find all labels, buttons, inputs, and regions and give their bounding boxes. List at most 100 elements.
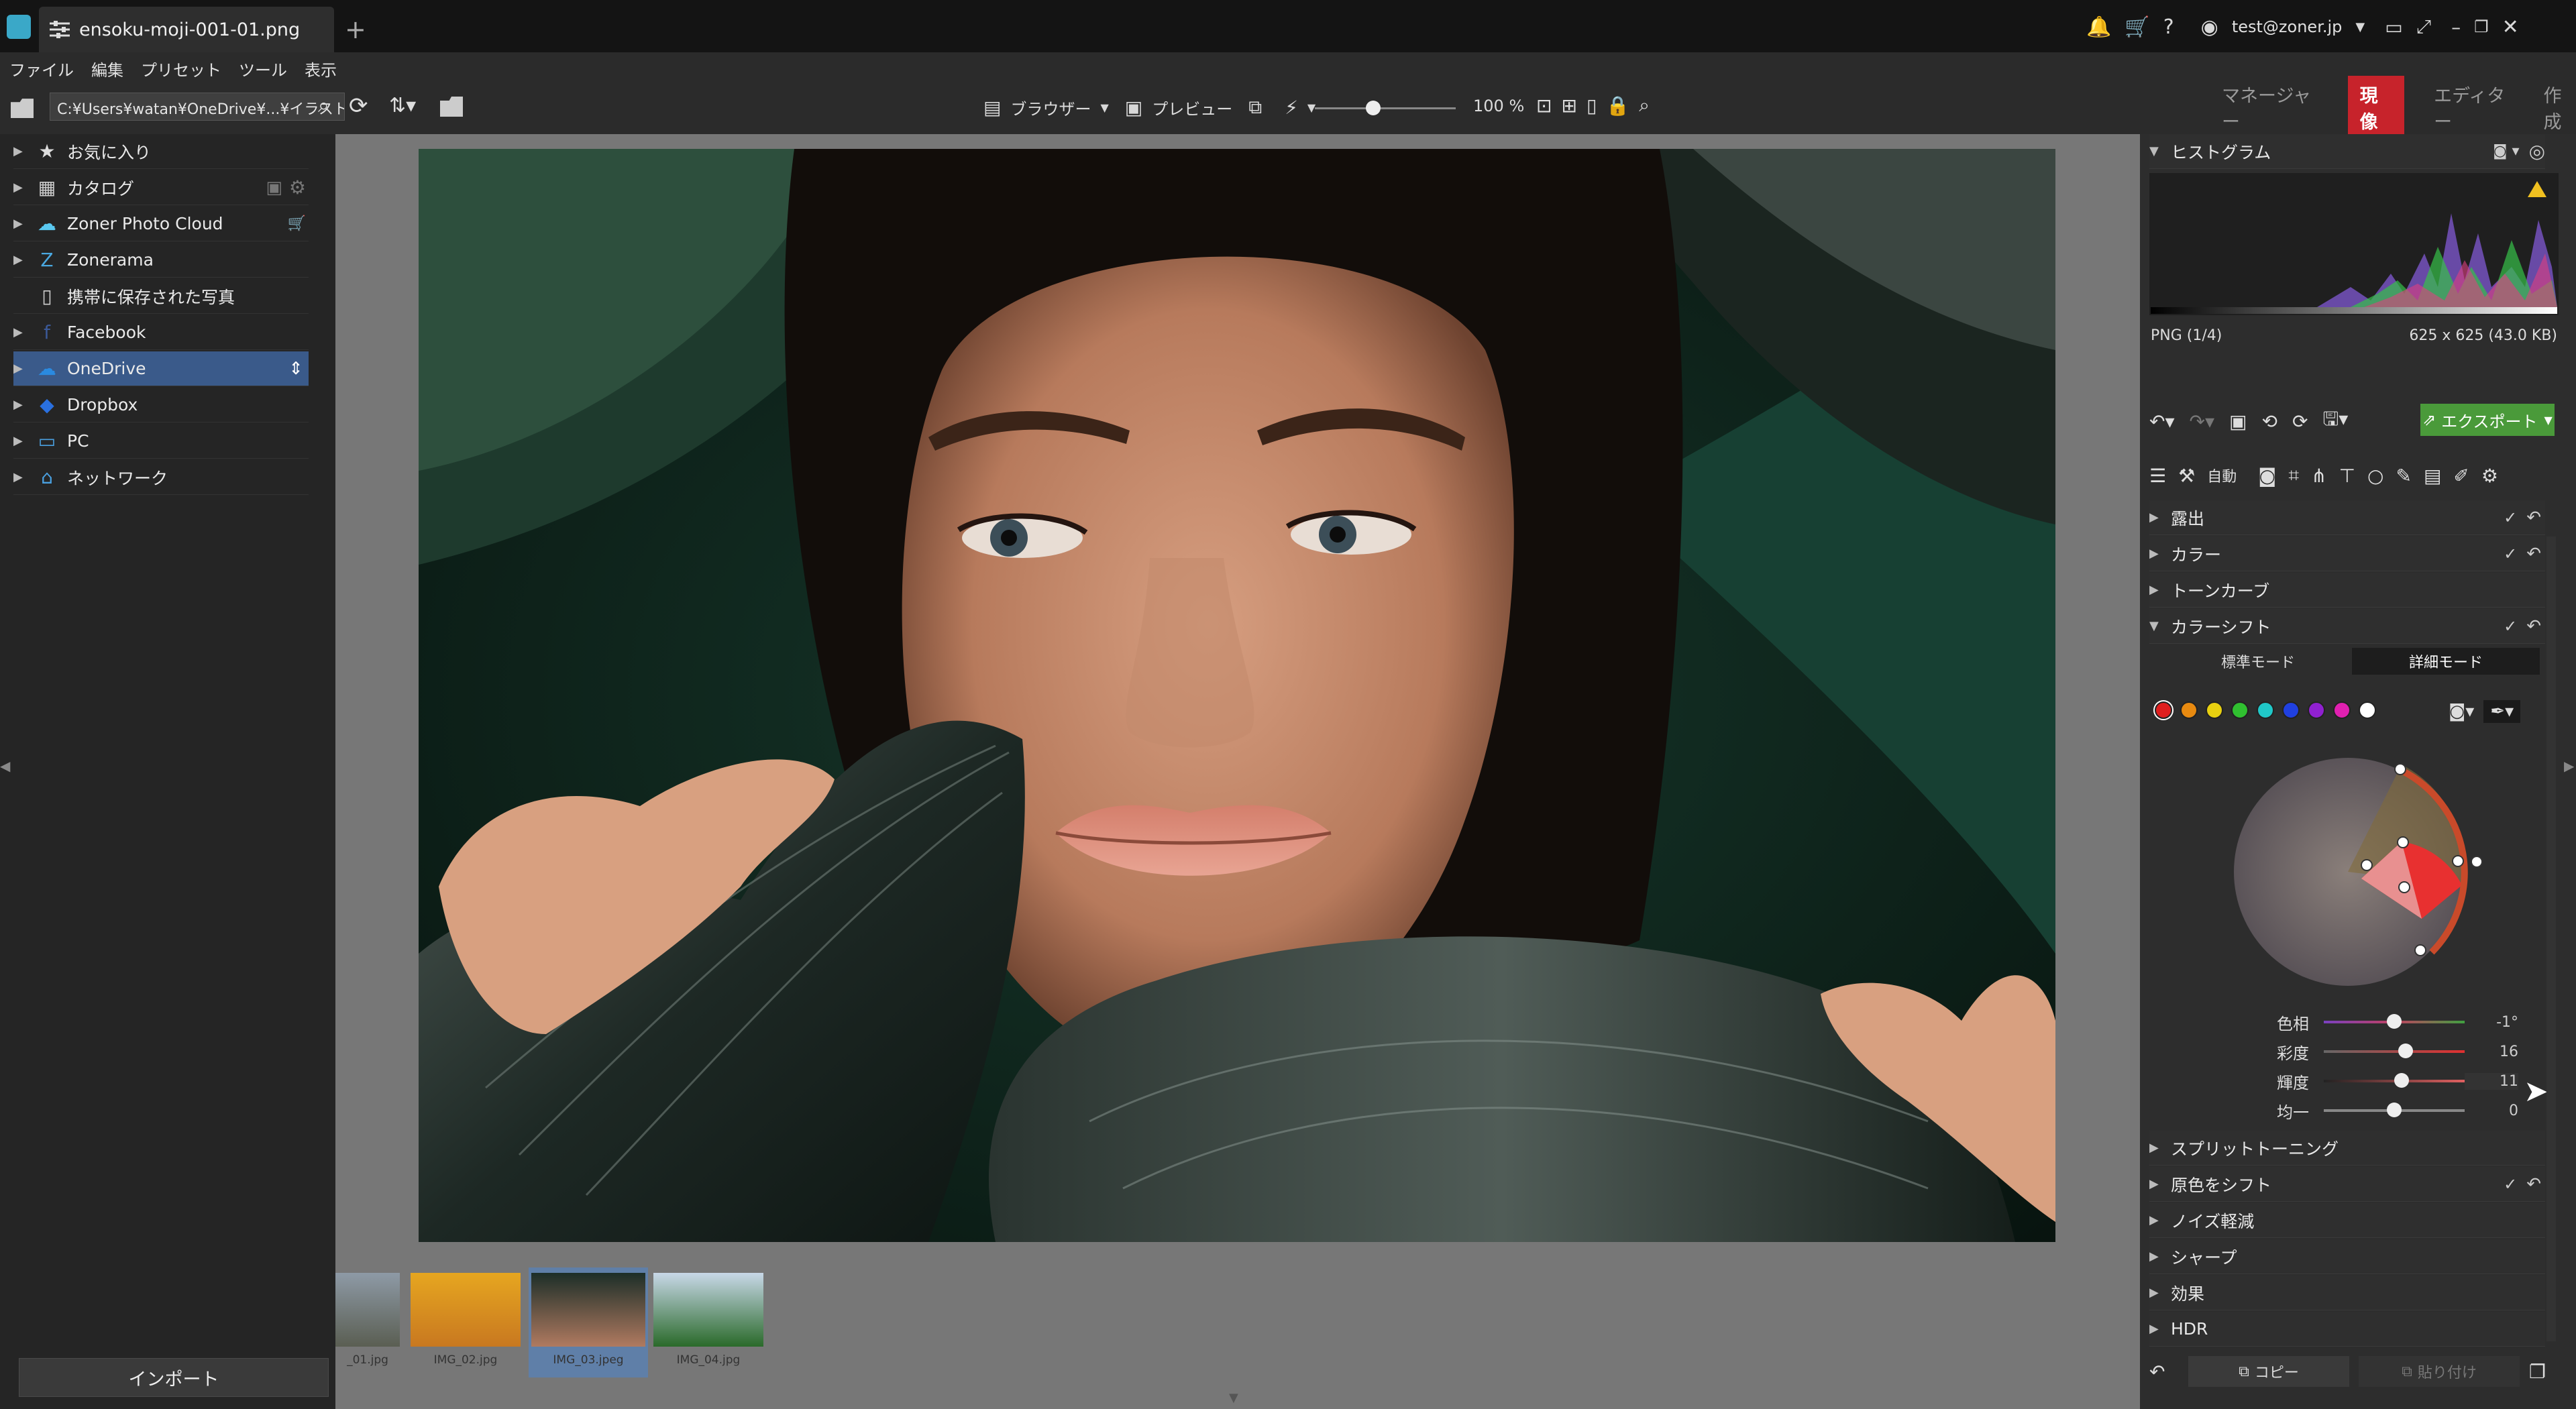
filmstrip-thumb[interactable]: IMG_04.jpg bbox=[651, 1267, 766, 1377]
section-bottom-4[interactable]: ▶ シャープ bbox=[2149, 1239, 2545, 1274]
color-swatch[interactable] bbox=[2180, 701, 2198, 719]
color-wheel[interactable] bbox=[2227, 751, 2496, 993]
rotate-right-icon[interactable]: ⟳ bbox=[2292, 410, 2308, 433]
text-icon[interactable]: ⊤ bbox=[2339, 465, 2355, 487]
section-bottom-2[interactable]: ▶ 原色をシフト ✓ ↶ bbox=[2149, 1167, 2545, 1202]
section-3[interactable]: ▶ トーンカーブ bbox=[2149, 573, 2545, 608]
section-4[interactable]: ▼ カラーシフト ✓ ↶ bbox=[2149, 609, 2545, 644]
sidebar-item-zoner-photo-cloud[interactable]: ▶ ☁ Zoner Photo Cloud 🛒 bbox=[13, 207, 309, 241]
slider-knob[interactable] bbox=[2387, 1103, 2402, 1117]
undo-icon[interactable]: ↶ bbox=[2526, 616, 2541, 636]
camera-icon[interactable]: ◙ ▾ bbox=[2493, 143, 2519, 160]
mask-icon[interactable]: ◙▾ bbox=[2449, 701, 2474, 722]
perspective-icon[interactable]: ⋔ bbox=[2311, 465, 2326, 487]
paste-button[interactable]: ⧉ 貼り付け bbox=[2359, 1356, 2520, 1387]
histogram-header[interactable]: ▼ ヒストグラム ◙ ▾ ◎ bbox=[2149, 134, 2545, 169]
cart-icon[interactable]: 🛒 bbox=[2125, 15, 2149, 39]
mode-editor[interactable]: エディター bbox=[2434, 81, 2514, 133]
import-button[interactable]: インポート bbox=[19, 1358, 329, 1397]
checkbox-icon[interactable]: ✓ bbox=[2504, 617, 2517, 636]
browser-button[interactable]: ブラウザー bbox=[1010, 96, 1091, 119]
fit-icon[interactable]: ⊞ bbox=[1561, 95, 1576, 117]
checkbox-icon[interactable]: ✓ bbox=[2504, 545, 2517, 563]
before-after-icon[interactable]: ▣ bbox=[2229, 410, 2247, 433]
refresh-icon[interactable]: ⟳ bbox=[349, 93, 368, 119]
zoom-person-icon[interactable]: ⌕ bbox=[1639, 94, 1650, 117]
slider-track[interactable] bbox=[2324, 1014, 2465, 1029]
chevron-down-icon[interactable]: ▼ bbox=[2355, 20, 2365, 34]
eraser-icon[interactable]: ✐ bbox=[2453, 465, 2469, 487]
user-email[interactable]: test@zoner.jp bbox=[2232, 17, 2343, 36]
menu-preset[interactable]: プリセット bbox=[141, 57, 221, 80]
export-button[interactable]: ⇗ エクスポート ▼ bbox=[2420, 404, 2555, 436]
sidebar-item-お気に入り[interactable]: ▶ ★ お気に入り bbox=[13, 134, 309, 169]
section-bottom-5[interactable]: ▶ 効果 bbox=[2149, 1276, 2545, 1310]
expand-icon[interactable]: ▶ bbox=[13, 398, 34, 412]
adjustments-icon[interactable]: ☰ bbox=[2149, 465, 2166, 487]
sidebar-item-カタログ[interactable]: ▶ ▦ カタログ ▣ ⚙ bbox=[13, 170, 309, 205]
gear-icon[interactable]: ⚙ bbox=[2481, 465, 2498, 487]
cart-icon[interactable]: 🛒 bbox=[288, 215, 306, 232]
gear-icon[interactable]: ⚙ bbox=[289, 176, 306, 199]
menu-tools[interactable]: ツール bbox=[239, 57, 287, 80]
left-collapse-icon[interactable]: ◀ bbox=[0, 758, 10, 774]
slider-track[interactable] bbox=[2324, 1073, 2465, 1088]
slider-track[interactable] bbox=[2324, 1103, 2465, 1117]
sidebar-item-携帯に保存された写真[interactable]: ▯ 携帯に保存された写真 bbox=[13, 279, 309, 314]
notification-bell-icon[interactable]: 🔔 bbox=[2086, 15, 2111, 39]
close-icon[interactable]: ✕ bbox=[2502, 15, 2519, 39]
slider-knob[interactable] bbox=[2398, 1044, 2413, 1058]
undo-icon[interactable]: ↶ bbox=[2526, 1174, 2541, 1194]
slider-value[interactable]: 11 bbox=[2465, 1072, 2518, 1090]
path-field[interactable]: C:¥Users¥watan¥OneDrive¥...¥イラスト bbox=[50, 93, 345, 121]
copy-settings-icon[interactable]: ❐ bbox=[2529, 1361, 2546, 1383]
sidebar-item-dropbox[interactable]: ▶ ◆ Dropbox bbox=[13, 388, 309, 422]
search-icon[interactable]: ⌕ bbox=[318, 94, 329, 117]
undo-icon[interactable]: ↶ bbox=[2526, 508, 2541, 528]
expand-icon[interactable]: ▶ bbox=[13, 361, 34, 376]
color-swatch[interactable] bbox=[2308, 701, 2325, 719]
chevron-down-icon[interactable]: ▼ bbox=[1100, 101, 1108, 114]
checkbox-icon[interactable]: ✓ bbox=[2504, 508, 2517, 527]
slider-value[interactable]: 0 bbox=[2465, 1103, 2518, 1119]
help-icon[interactable]: ? bbox=[2163, 15, 2174, 39]
mode-develop[interactable]: 現像 bbox=[2347, 76, 2405, 139]
slider-value[interactable]: -1° bbox=[2465, 1014, 2518, 1031]
chevron-down-icon[interactable]: ▼ bbox=[2544, 414, 2553, 427]
menu-view[interactable]: 表示 bbox=[305, 57, 337, 80]
menu-file[interactable]: ファイル bbox=[9, 57, 74, 80]
filmstrip-thumb[interactable]: _01.jpg bbox=[333, 1267, 402, 1377]
minimize-icon[interactable]: – bbox=[2451, 16, 2461, 38]
save-icon[interactable]: 🖫▾ bbox=[2322, 405, 2348, 437]
undo-icon[interactable]: ↶▾ bbox=[2149, 410, 2175, 433]
sidebar-item-facebook[interactable]: ▶ f Facebook bbox=[13, 315, 309, 350]
expand-icon[interactable]: ▶ bbox=[13, 434, 34, 448]
section-bottom-1[interactable]: ▶ スプリットトーニング bbox=[2149, 1131, 2545, 1166]
brush-icon[interactable]: ✎ bbox=[2396, 465, 2411, 487]
color-swatch[interactable] bbox=[2333, 701, 2351, 719]
expand-icon[interactable]: ▶ bbox=[13, 253, 34, 267]
sort-arrows-icon[interactable]: ⇕ bbox=[288, 359, 303, 379]
expand-icon[interactable]: ▶ bbox=[13, 470, 34, 484]
color-swatch[interactable] bbox=[2257, 701, 2274, 719]
section-bottom-6[interactable]: ▶ HDR bbox=[2149, 1312, 2545, 1347]
menu-edit[interactable]: 編集 bbox=[91, 57, 123, 80]
settings-dot-icon[interactable]: ◎ bbox=[2529, 140, 2545, 162]
mode-standard-button[interactable]: 標準モード bbox=[2164, 648, 2352, 675]
slider-value[interactable]: 16 bbox=[2465, 1044, 2518, 1060]
color-swatch[interactable] bbox=[2155, 701, 2172, 719]
document-tab[interactable]: ensoku-moji-001-01.png bbox=[39, 7, 334, 52]
filmstrip-thumb[interactable]: IMG_02.jpg bbox=[408, 1267, 523, 1377]
external-link-icon[interactable]: ⧉ bbox=[1248, 96, 1262, 119]
mode-manager[interactable]: マネージャー bbox=[2222, 81, 2318, 133]
filmstrip-thumb[interactable]: IMG_03.jpeg bbox=[529, 1267, 648, 1377]
fullscreen-icon[interactable]: ⤢ bbox=[2416, 15, 2431, 38]
magic-wand-icon[interactable]: ⚒ bbox=[2178, 465, 2195, 487]
section-bottom-3[interactable]: ▶ ノイズ軽減 bbox=[2149, 1203, 2545, 1238]
crop-icon[interactable]: ⌗ bbox=[2288, 464, 2299, 487]
sidebar-item-ネットワーク[interactable]: ▶ ⌂ ネットワーク bbox=[13, 460, 309, 495]
section-1[interactable]: ▶ 露出 ✓ ↶ bbox=[2149, 500, 2545, 535]
zoom-slider[interactable] bbox=[1315, 101, 1456, 115]
monitor-icon[interactable]: ▭ bbox=[2385, 16, 2402, 38]
gradient-icon[interactable]: ▤ bbox=[2424, 465, 2441, 487]
